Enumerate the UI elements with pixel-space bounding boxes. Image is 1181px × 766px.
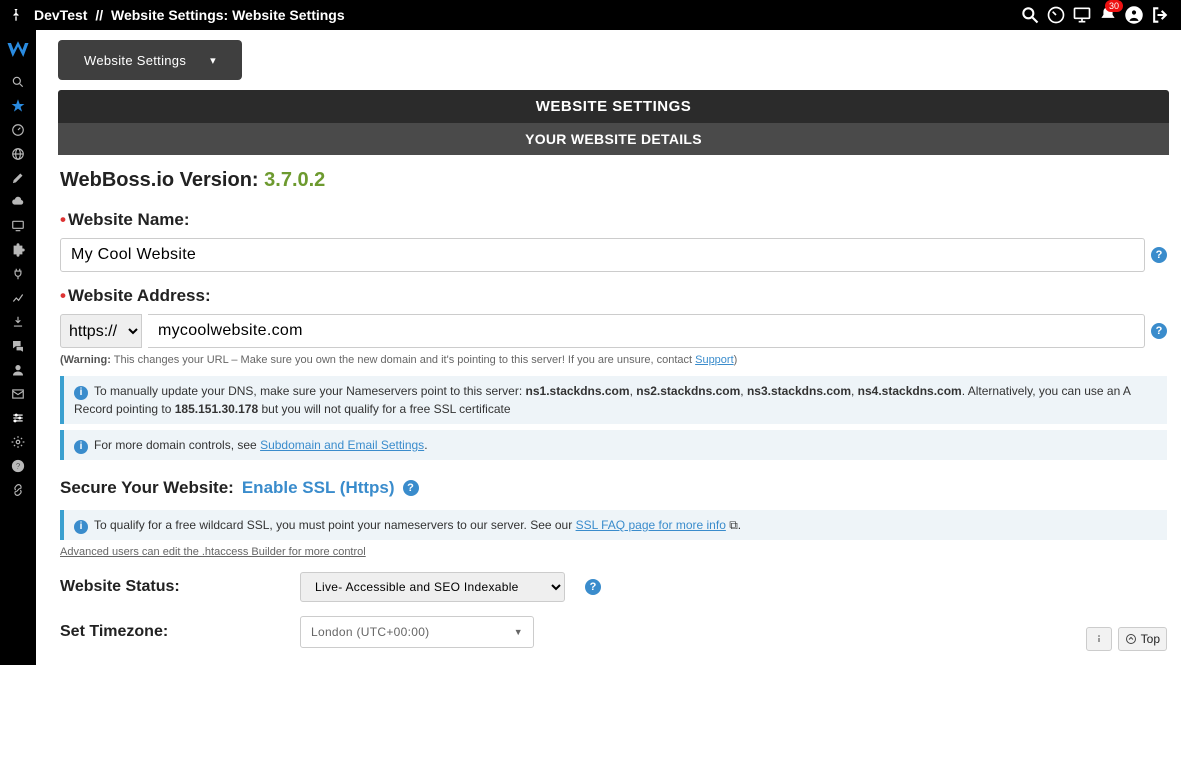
back-to-top-button[interactable]: Top xyxy=(1118,627,1167,651)
version-line: WebBoss.io Version: 3.7.0.2 xyxy=(60,169,1167,192)
logout-icon[interactable] xyxy=(1147,2,1173,28)
sidebar-gear-icon[interactable] xyxy=(0,430,36,454)
sidebar-chat-icon[interactable] xyxy=(0,334,36,358)
sidebar-edit-icon[interactable] xyxy=(0,166,36,190)
search-icon[interactable] xyxy=(1017,2,1043,28)
sidebar-mail-icon[interactable] xyxy=(0,382,36,406)
desktop-icon[interactable] xyxy=(1069,2,1095,28)
sidebar-plug-icon[interactable] xyxy=(0,262,36,286)
sidebar-cloud-icon[interactable] xyxy=(0,190,36,214)
main-canvas: Website Settings ▾ WEBSITE SETTINGS YOUR… xyxy=(36,30,1181,766)
sidebar-puzzle-icon[interactable] xyxy=(0,238,36,262)
chevron-down-icon: ▾ xyxy=(210,54,216,67)
website-address-input[interactable] xyxy=(148,314,1145,348)
sidebar-dashboard-icon[interactable] xyxy=(0,118,36,142)
panel-title: WEBSITE SETTINGS xyxy=(58,90,1169,123)
info-float-button[interactable] xyxy=(1086,627,1112,651)
website-status-label: Website Status: xyxy=(60,578,280,596)
sidebar-user-icon[interactable] xyxy=(0,358,36,382)
sidebar-desktop-icon[interactable] xyxy=(0,214,36,238)
ssl-info-box: iTo qualify for a free wildcard SSL, you… xyxy=(60,510,1167,540)
info-icon: i xyxy=(74,386,88,400)
sidebar-star-icon[interactable] xyxy=(0,94,36,118)
timezone-select[interactable]: London (UTC+00:00) ▼ xyxy=(300,616,534,648)
subdomain-email-link[interactable]: Subdomain and Email Settings xyxy=(260,438,424,452)
support-link[interactable]: Support xyxy=(695,354,734,366)
panel-subtitle: YOUR WEBSITE DETAILS xyxy=(58,123,1169,155)
protocol-select[interactable]: https:// xyxy=(60,314,142,348)
info-icon: i xyxy=(74,520,88,534)
info-icon: i xyxy=(74,440,88,454)
ssl-heading: Secure Your Website: Enable SSL (Https) … xyxy=(60,478,1167,498)
sidebar-sliders-icon[interactable] xyxy=(0,406,36,430)
sidebar-globe-icon[interactable] xyxy=(0,142,36,166)
breadcrumb: DevTest // Website Settings: Website Set… xyxy=(34,7,345,23)
help-icon[interactable]: ? xyxy=(403,480,419,496)
top-bar: DevTest // Website Settings: Website Set… xyxy=(0,0,1181,30)
sidebar-link-icon[interactable] xyxy=(0,478,36,502)
notifications-icon[interactable]: 30 xyxy=(1095,2,1121,28)
float-buttons: Top xyxy=(1086,627,1167,651)
dns-info-box: iTo manually update your DNS, make sure … xyxy=(60,376,1167,424)
sidebar-help-icon[interactable]: ? xyxy=(0,454,36,478)
enable-ssl-link[interactable]: Enable SSL (Https) xyxy=(242,478,395,498)
website-address-label: •Website Address: xyxy=(60,286,1167,306)
domain-controls-box: iFor more domain controls, see Subdomain… xyxy=(60,430,1167,460)
brand-logo[interactable] xyxy=(4,36,32,64)
address-warning: (Warning: This changes your URL – Make s… xyxy=(60,354,1167,366)
sidebar-download-icon[interactable] xyxy=(0,310,36,334)
sidebar-search-icon[interactable] xyxy=(0,70,36,94)
help-icon[interactable]: ? xyxy=(1151,323,1167,339)
ssl-faq-link[interactable]: SSL FAQ page for more info xyxy=(576,518,726,532)
left-sidebar: ? xyxy=(0,30,36,665)
sidebar-chart-icon[interactable] xyxy=(0,286,36,310)
settings-panel: WEBSITE SETTINGS YOUR WEBSITE DETAILS We… xyxy=(58,90,1169,666)
caret-down-icon: ▼ xyxy=(514,627,523,637)
htaccess-builder-link[interactable]: Advanced users can edit the .htaccess Bu… xyxy=(60,546,1167,558)
website-name-input[interactable] xyxy=(60,238,1145,272)
timezone-label: Set Timezone: xyxy=(60,623,280,641)
svg-text:?: ? xyxy=(16,462,21,471)
website-status-select[interactable]: Live- Accessible and SEO Indexable xyxy=(300,572,565,602)
help-icon[interactable]: ? xyxy=(585,579,601,595)
help-icon[interactable]: ? xyxy=(1151,247,1167,263)
pin-icon[interactable] xyxy=(8,7,24,23)
account-icon[interactable] xyxy=(1121,2,1147,28)
website-name-label: •Website Name: xyxy=(60,210,1167,230)
globe-speed-icon[interactable] xyxy=(1043,2,1069,28)
section-dropdown[interactable]: Website Settings ▾ xyxy=(58,40,242,80)
